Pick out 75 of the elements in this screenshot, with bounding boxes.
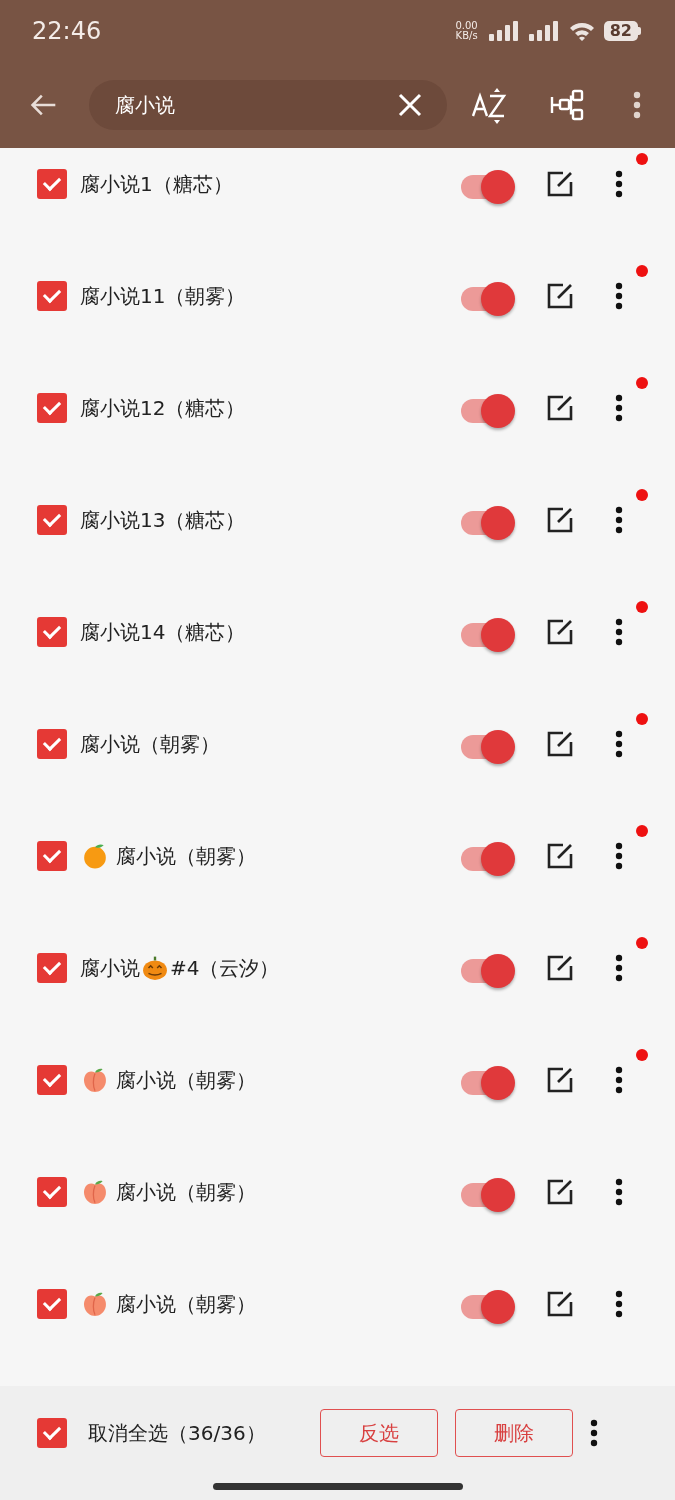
edit-icon[interactable] — [546, 618, 574, 646]
peach-icon — [82, 1291, 108, 1317]
toggle-switch[interactable] — [459, 506, 515, 540]
source-name: 腐小说14（糖芯） — [80, 618, 247, 646]
more-icon[interactable] — [615, 842, 623, 870]
close-icon[interactable] — [397, 92, 423, 118]
more-icon[interactable] — [615, 394, 623, 422]
edit-icon[interactable] — [546, 506, 574, 534]
battery-icon: 82 — [603, 21, 641, 41]
more-icon[interactable] — [590, 1419, 598, 1447]
tree-icon[interactable] — [550, 89, 584, 121]
toggle-switch[interactable] — [459, 1178, 515, 1212]
source-name: 腐小说（朝雾） — [80, 1066, 440, 1094]
tangerine-icon — [82, 843, 108, 869]
more-icon[interactable] — [615, 1066, 623, 1094]
status-time: 22:46 — [32, 17, 102, 45]
source-name: 腐小说（朝雾） — [80, 842, 440, 870]
checkbox[interactable] — [37, 953, 67, 983]
checkbox[interactable] — [37, 1177, 67, 1207]
edit-icon[interactable] — [546, 1066, 574, 1094]
toggle-switch[interactable] — [459, 282, 515, 316]
network-unit: KB/s — [455, 31, 478, 41]
edit-icon[interactable] — [546, 954, 574, 982]
sort-icon[interactable] — [471, 86, 507, 124]
edit-icon[interactable] — [546, 1178, 574, 1206]
more-icon[interactable] — [615, 618, 623, 646]
edit-icon[interactable] — [546, 282, 574, 310]
more-icon[interactable] — [615, 506, 623, 534]
checkbox[interactable] — [37, 281, 67, 311]
checkbox[interactable] — [37, 841, 67, 871]
source-name: 腐小说（朝雾） — [80, 1290, 440, 1318]
checkbox[interactable] — [37, 169, 67, 199]
toggle-switch[interactable] — [459, 842, 515, 876]
edit-icon[interactable] — [546, 170, 574, 198]
more-icon[interactable] — [615, 1290, 623, 1318]
more-icon[interactable] — [615, 954, 623, 982]
checkbox[interactable] — [37, 393, 67, 423]
edit-icon[interactable] — [546, 1290, 574, 1318]
more-icon[interactable] — [615, 170, 623, 198]
toggle-switch[interactable] — [459, 730, 515, 764]
more-icon[interactable] — [615, 282, 623, 310]
source-name: 腐小说12（糖芯） — [80, 394, 247, 422]
more-icon[interactable] — [615, 1178, 623, 1206]
source-name: 腐小说1（糖芯） — [80, 170, 234, 198]
source-name: 腐小说（朝雾） — [80, 1178, 440, 1206]
source-name: 腐小说（朝雾） — [80, 730, 221, 758]
signal-icon — [487, 20, 520, 42]
select-all-label: 取消全选（36/36） — [88, 1419, 267, 1447]
checkbox[interactable] — [37, 505, 67, 535]
checkbox[interactable] — [37, 1289, 67, 1319]
edit-icon[interactable] — [546, 842, 574, 870]
checkbox[interactable] — [37, 1418, 67, 1448]
source-name: 腐小说 #4（云汐） — [80, 954, 281, 982]
toggle-switch[interactable] — [459, 1066, 515, 1100]
toggle-switch[interactable] — [459, 1290, 515, 1324]
search-field[interactable]: 腐小说 — [89, 80, 447, 130]
toggle-switch[interactable] — [459, 394, 515, 428]
jack-o-lantern-icon — [142, 955, 168, 981]
checkbox[interactable] — [37, 729, 67, 759]
more-icon[interactable] — [615, 730, 623, 758]
checkbox[interactable] — [37, 617, 67, 647]
source-name: 腐小说11（朝雾） — [80, 282, 247, 310]
edit-icon[interactable] — [546, 394, 574, 422]
action-button[interactable]: 反选 — [320, 1409, 438, 1457]
source-name: 腐小说13（糖芯） — [80, 506, 247, 534]
edit-icon[interactable] — [546, 730, 574, 758]
signal-icon — [527, 20, 560, 42]
toggle-switch[interactable] — [459, 618, 515, 652]
peach-icon — [82, 1179, 108, 1205]
checkbox[interactable] — [37, 1065, 67, 1095]
action-button[interactable]: 删除 — [455, 1409, 573, 1457]
network-speed: 0.00 — [455, 21, 478, 31]
peach-icon — [82, 1067, 108, 1093]
toggle-switch[interactable] — [459, 954, 515, 988]
toggle-switch[interactable] — [459, 170, 515, 204]
